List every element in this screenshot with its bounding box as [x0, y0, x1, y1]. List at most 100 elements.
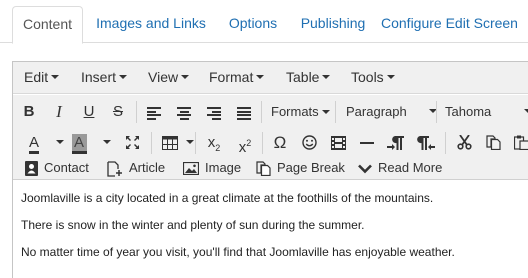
menu-format-label: Format — [209, 69, 254, 85]
menu-table[interactable]: Table — [286, 69, 331, 85]
font-family-dropdown-label: Tahoma — [445, 104, 492, 119]
paste-button[interactable] — [513, 132, 528, 154]
font-color-icon: A — [28, 134, 39, 154]
tab-options[interactable]: Options — [220, 6, 286, 43]
contact-card-icon — [25, 161, 38, 177]
insert-article-button[interactable]: Article — [107, 156, 165, 180]
content-paragraph: Joomlaville is a city located in a great… — [21, 191, 434, 205]
insert-image-label: Image — [205, 160, 242, 175]
film-icon — [330, 136, 346, 150]
menu-insert-label: Insert — [81, 69, 117, 85]
menu-edit-label: Edit — [24, 69, 49, 85]
toolbar-divider — [436, 101, 437, 123]
strikethrough-button[interactable]: S — [110, 101, 126, 123]
smiley-icon — [301, 135, 317, 150]
tab-publishing[interactable]: Publishing — [293, 6, 373, 43]
italic-button[interactable]: I — [51, 101, 67, 123]
chevron-down-icon — [322, 75, 331, 80]
menu-format[interactable]: Format — [209, 69, 265, 85]
align-center-button[interactable] — [177, 107, 191, 120]
emoticons-button[interactable] — [300, 132, 318, 154]
table-button[interactable] — [161, 132, 179, 154]
tab-content[interactable]: Content — [12, 6, 83, 44]
chevron-down-icon[interactable] — [103, 140, 111, 144]
chevron-down-icon — [386, 75, 395, 80]
toolbar-divider — [151, 132, 152, 154]
background-color-button[interactable]: A — [71, 132, 87, 154]
chevron-down-icon[interactable] — [56, 140, 64, 144]
subscript-icon-mark: 2 — [215, 143, 221, 153]
superscript-button[interactable]: x2 — [235, 132, 255, 156]
insert-article-label: Article — [129, 160, 166, 175]
menu-insert[interactable]: Insert — [81, 69, 128, 85]
superscript-icon-mark: 2 — [246, 138, 252, 148]
insert-contact-label: Contact — [44, 160, 89, 175]
font-color-button[interactable]: A — [27, 132, 41, 154]
editor-content-area[interactable]: Joomlaville is a city located in a great… — [21, 192, 455, 273]
image-icon — [182, 161, 200, 176]
menu-table-label: Table — [286, 69, 320, 85]
toolbar-divider — [136, 101, 137, 123]
horizontal-rule-button[interactable] — [359, 132, 375, 154]
table-icon — [162, 136, 178, 150]
insert-contact-button[interactable]: Contact — [25, 156, 89, 180]
special-character-button[interactable]: Ω — [271, 132, 289, 154]
underline-button[interactable]: U — [81, 101, 97, 123]
scissors-icon — [456, 134, 472, 150]
paragraph-dropdown[interactable]: Paragraph — [346, 101, 437, 123]
align-left-button[interactable] — [147, 107, 161, 120]
tab-bar: Content Images and Links Options Publish… — [0, 0, 528, 44]
toolbar-divider — [335, 101, 336, 123]
chevron-down-icon — [358, 164, 372, 173]
editor-menubar: Edit Insert View Format Table Tools — [13, 62, 528, 94]
rtl-icon — [417, 136, 435, 150]
chevron-down-icon — [524, 109, 528, 113]
background-color-icon: A — [71, 134, 87, 154]
fullscreen-button[interactable] — [124, 132, 140, 154]
ltr-icon — [387, 136, 404, 150]
copy-icon — [485, 135, 501, 151]
chevron-down-icon — [119, 75, 128, 80]
menu-tools[interactable]: Tools — [351, 69, 395, 85]
ltr-direction-button[interactable] — [386, 132, 406, 154]
formats-dropdown-label: Formats — [271, 104, 319, 119]
subscript-button[interactable]: x2 — [204, 132, 224, 154]
copy-icon — [256, 161, 271, 177]
horizontal-rule-icon — [360, 142, 374, 144]
paste-icon — [513, 135, 528, 151]
menu-tools-label: Tools — [351, 69, 384, 85]
align-right-button[interactable] — [207, 107, 221, 120]
fullscreen-icon — [125, 136, 139, 149]
tab-configure-edit-screen[interactable]: Configure Edit Screen — [381, 6, 528, 43]
insert-page-break-label: Page Break — [277, 160, 345, 175]
copy-button[interactable] — [484, 132, 502, 154]
cut-button[interactable] — [455, 132, 473, 154]
content-paragraph: No matter time of year you visit, you'll… — [21, 245, 455, 259]
font-family-dropdown[interactable]: Tahoma — [445, 101, 528, 123]
rich-text-editor: Edit Insert View Format Table Tools B I … — [12, 61, 528, 278]
chevron-down-icon[interactable] — [186, 140, 194, 144]
content-paragraph: There is snow in the winter and plenty o… — [21, 218, 365, 232]
insert-read-more-button[interactable]: Read More — [358, 156, 442, 180]
menu-edit[interactable]: Edit — [24, 69, 60, 85]
chevron-down-icon — [256, 75, 265, 80]
insert-page-break-button[interactable]: Page Break — [256, 156, 345, 180]
toolbar-divider — [261, 101, 262, 123]
menu-view-label: View — [148, 69, 179, 85]
toolbar-divider — [262, 132, 263, 154]
media-button[interactable] — [329, 132, 347, 154]
tab-images-and-links[interactable]: Images and Links — [88, 6, 214, 43]
toolbar-divider — [195, 132, 196, 154]
formats-dropdown[interactable]: Formats — [271, 101, 330, 123]
menu-view[interactable]: View — [148, 69, 190, 85]
editor-toolbar: B I U S Formats Paragraph Tahoma A A x2 … — [13, 95, 528, 180]
insert-read-more-label: Read More — [378, 160, 443, 175]
rtl-direction-button[interactable] — [416, 132, 436, 154]
insert-image-button[interactable]: Image — [182, 156, 242, 180]
toolbar-divider — [445, 132, 446, 154]
paragraph-dropdown-label: Paragraph — [346, 104, 407, 119]
file-add-icon — [107, 160, 122, 177]
align-justify-button[interactable] — [237, 107, 251, 120]
bold-button[interactable]: B — [21, 101, 37, 123]
chevron-down-icon — [181, 75, 190, 80]
